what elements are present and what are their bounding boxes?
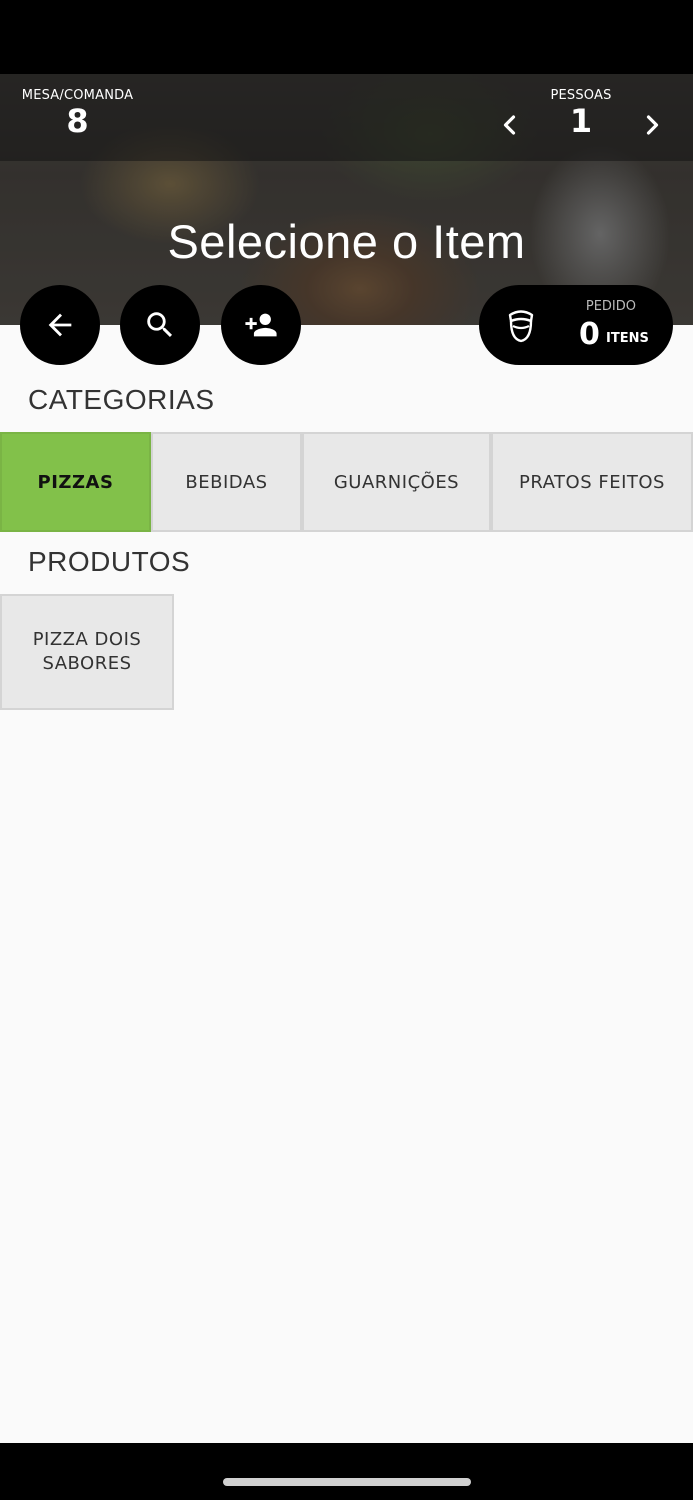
page-title: Selecione o Item bbox=[167, 215, 526, 268]
add-person-button[interactable] bbox=[221, 285, 301, 365]
pessoas: PESSOAS 1 bbox=[545, 88, 617, 139]
pedido-count: 0 bbox=[579, 317, 600, 352]
category-label: PRATOS FEITOS bbox=[519, 471, 665, 493]
pessoas-value: 1 bbox=[569, 102, 593, 140]
navigation-bar bbox=[0, 1443, 693, 1500]
pessoas-label: PESSOAS bbox=[550, 88, 612, 103]
category-label: PIZZAS bbox=[37, 471, 114, 493]
mesa-label: MESA/COMANDA bbox=[21, 88, 134, 103]
category-guarnicoes[interactable]: GUARNIÇÕES bbox=[302, 432, 491, 532]
mesa-value: 8 bbox=[66, 102, 89, 140]
back-button[interactable] bbox=[20, 285, 100, 365]
chevron-right-icon bbox=[646, 115, 659, 135]
arrow-left-icon bbox=[48, 313, 72, 337]
pessoas-decrement-button[interactable] bbox=[495, 110, 525, 140]
pessoas-increment-button[interactable] bbox=[637, 110, 667, 140]
chevron-left-icon bbox=[503, 115, 516, 135]
search-icon bbox=[147, 312, 173, 338]
mesa-comanda: MESA/COMANDA 8 bbox=[20, 88, 135, 139]
category-list: PIZZAS BEBIDAS GUARNIÇÕES PRATOS FEITOS bbox=[0, 432, 693, 532]
produtos-title: PRODUTOS bbox=[28, 546, 191, 577]
info-bar: MESA/COMANDA 8 PESSOAS 1 bbox=[0, 74, 693, 161]
pedido-button[interactable]: PEDIDO 0 ITENS bbox=[479, 285, 673, 365]
category-bebidas[interactable]: BEBIDAS bbox=[151, 432, 302, 532]
pedido-unit: ITENS bbox=[606, 331, 649, 346]
pedido-label: PEDIDO bbox=[585, 299, 636, 314]
category-label: BEBIDAS bbox=[185, 471, 268, 493]
status-bar bbox=[0, 0, 693, 74]
categorias-title: CATEGORIAS bbox=[28, 384, 215, 415]
category-pratos-feitos[interactable]: PRATOS FEITOS bbox=[491, 432, 693, 532]
search-button[interactable] bbox=[120, 285, 200, 365]
person-add-icon bbox=[245, 313, 277, 337]
product-label: PIZZA DOIS SABORES bbox=[32, 629, 142, 674]
category-label: GUARNIÇÕES bbox=[333, 471, 460, 493]
home-indicator[interactable] bbox=[223, 1478, 471, 1486]
product-pizza-dois-sabores[interactable]: PIZZA DOIS SABORES bbox=[0, 594, 174, 710]
category-pizzas[interactable]: PIZZAS bbox=[0, 432, 151, 532]
